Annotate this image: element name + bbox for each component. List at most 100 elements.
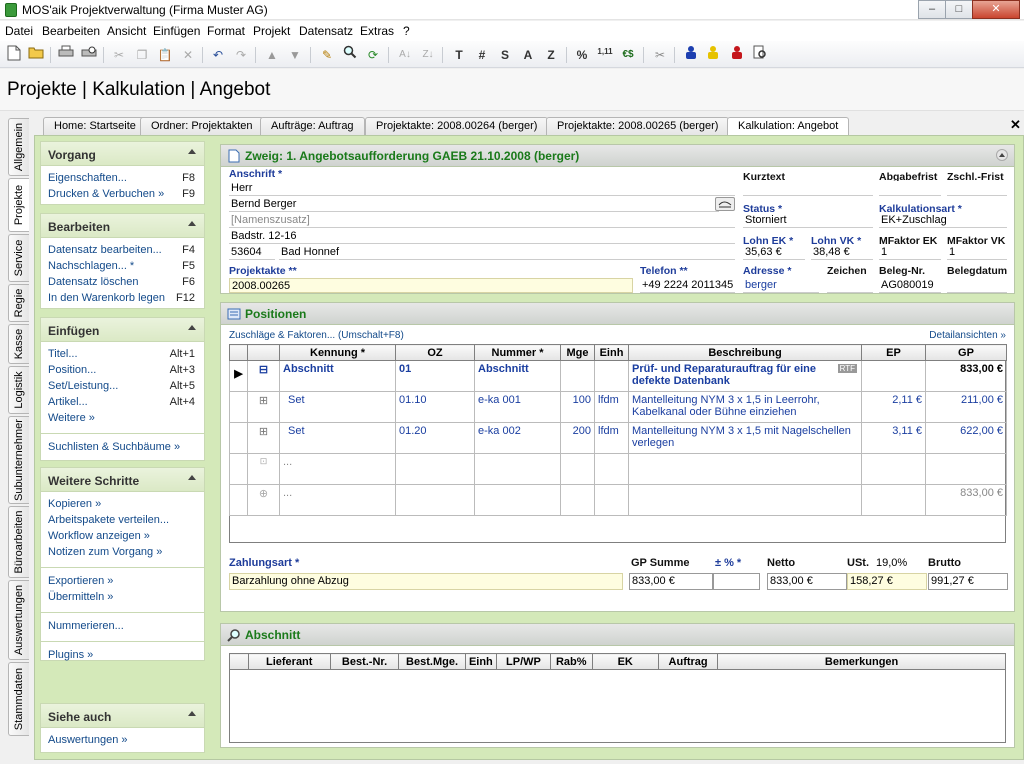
minimize-button[interactable]: – (918, 0, 946, 19)
address-lookup-button[interactable] (715, 197, 735, 211)
col-kennung[interactable]: Kennung * (279, 344, 396, 361)
tab-projektakte-265[interactable]: Projektakte: 2008.00265 (berger) (546, 117, 730, 135)
numbering-button[interactable]: 1,11 (595, 45, 615, 65)
link-position[interactable]: Position... Alt+3 (41, 363, 204, 379)
cell-ep[interactable]: 3,11 € (861, 422, 926, 454)
link-titel[interactable]: Titel... Alt+1 (41, 347, 204, 363)
new-document-icon[interactable] (4, 45, 24, 65)
preview-search-icon[interactable] (750, 45, 770, 65)
name-field[interactable]: Bernd Berger (229, 197, 719, 212)
cell-einh[interactable] (594, 360, 629, 392)
cell-nummer[interactable]: e-ka 001 (474, 391, 561, 423)
col-auftrag[interactable]: Auftrag (657, 653, 719, 670)
refresh-icon[interactable]: ⟳ (363, 45, 383, 65)
lohn-ek-field[interactable]: 35,63 € (743, 245, 805, 260)
tab-home[interactable]: Home: Startseite (43, 117, 147, 135)
cell-nummer[interactable]: e-ka 002 (474, 422, 561, 454)
cell-gp[interactable]: 833,00 € (925, 484, 1007, 516)
sort-descending-icon[interactable]: Z↓ (418, 45, 438, 65)
link-workflow[interactable]: Workflow anzeigen » (41, 529, 204, 545)
adresse-field[interactable]: berger (743, 278, 819, 293)
link-uebermitteln[interactable]: Übermitteln » (41, 590, 204, 606)
cell-nummer[interactable]: Abschnitt (474, 360, 561, 392)
link-nachschlagen[interactable]: Nachschlagen... * F5 (41, 259, 204, 275)
collapse-icon[interactable] (188, 221, 196, 226)
menu-datensatz[interactable]: Datensatz (299, 24, 353, 38)
vtab-kasse[interactable]: Kasse (8, 324, 29, 364)
cell-oz[interactable]: 01.10 (395, 391, 475, 423)
link-weitere[interactable]: Weitere » (41, 411, 204, 427)
cell-ep[interactable] (861, 453, 926, 485)
collapse-icon[interactable] (996, 149, 1008, 161)
zschl-frist-field[interactable] (947, 181, 1007, 196)
tab-projektakte-264[interactable]: Projektakte: 2008.00264 (berger) (365, 117, 549, 135)
cell-oz[interactable] (395, 453, 475, 485)
link-exportieren[interactable]: Exportieren » (41, 574, 204, 590)
strasse-field[interactable]: Badstr. 12-16 (229, 229, 735, 244)
cell-nummer[interactable] (474, 453, 561, 485)
a-button[interactable]: A (518, 45, 538, 65)
menu-help[interactable]: ? (403, 24, 410, 38)
user-blue-icon[interactable] (681, 45, 701, 65)
zahlungsart-field[interactable]: Barzahlung ohne Abzug (229, 573, 623, 590)
col-nummer[interactable]: Nummer * (474, 344, 561, 361)
table-row[interactable]: ⊞ Set 01.20 e-ka 002 200 lfdm Mantelleit… (229, 422, 1007, 454)
collapse-icon[interactable] (188, 325, 196, 330)
telefon-field[interactable]: +49 2224 2011345 (640, 278, 735, 293)
link-suchlisten[interactable]: Suchlisten & Suchbäume » (41, 440, 204, 456)
status-field[interactable]: Storniert (743, 213, 873, 228)
detailansichten-link[interactable]: Detailansichten » (929, 330, 1006, 341)
anrede-field[interactable]: Herr (229, 181, 735, 196)
new-node-icon[interactable]: ⊡ (247, 453, 280, 485)
table-row[interactable]: ⊕ ... 833,00 € (229, 484, 1007, 516)
table-row[interactable]: ▶ ⊟ Abschnitt 01 Abschnitt Prüf- und Rep… (229, 360, 1007, 392)
redo-icon[interactable]: ↷ (231, 45, 251, 65)
plus-minus-percent-field[interactable] (713, 573, 760, 590)
link-auswertungen[interactable]: Auswertungen » (41, 733, 204, 749)
link-datensatz-loeschen[interactable]: Datensatz löschen F6 (41, 275, 204, 291)
namenszusatz-field[interactable]: [Namenszusatz] (229, 213, 735, 228)
cell-mge[interactable]: 100 (560, 391, 595, 423)
collapse-node-icon[interactable]: ⊟ (247, 360, 280, 392)
zeichen-field[interactable] (827, 278, 873, 293)
z-button[interactable]: Z (541, 45, 561, 65)
cell-oz[interactable]: 01 (395, 360, 475, 392)
menu-datei[interactable]: Datei (5, 24, 33, 38)
cell-oz[interactable]: 01.20 (395, 422, 475, 454)
print-preview-icon[interactable] (79, 45, 99, 65)
cell-gp[interactable]: 211,00 € (925, 391, 1007, 423)
link-kopieren[interactable]: Kopieren » (41, 497, 204, 513)
menu-bearbeiten[interactable]: Bearbeiten (42, 24, 100, 38)
cell-gp[interactable]: 833,00 € (925, 360, 1007, 392)
close-window-button[interactable]: ✕ (972, 0, 1020, 19)
cell-kennung[interactable]: Abschnitt (279, 360, 396, 392)
link-eigenschaften[interactable]: Eigenschaften... F8 (41, 171, 204, 187)
cell-mge[interactable] (560, 453, 595, 485)
tab-kalkulation[interactable]: Kalkulation: Angebot (727, 117, 850, 135)
menu-extras[interactable]: Extras (360, 24, 394, 38)
col-gp[interactable]: GP (925, 344, 1007, 361)
col-beschreibung[interactable]: Beschreibung (628, 344, 862, 361)
col-lieferant[interactable]: Lieferant (247, 653, 331, 670)
link-set-leistung[interactable]: Set/Leistung... Alt+5 (41, 379, 204, 395)
group-einfuegen-header[interactable]: Einfügen (41, 318, 204, 342)
link-plugins[interactable]: Plugins » (41, 648, 204, 664)
col-ep[interactable]: EP (861, 344, 926, 361)
cell-gp[interactable]: 622,00 € (925, 422, 1007, 454)
s-button[interactable]: S (495, 45, 515, 65)
expand-node-icon[interactable]: ⊞ (247, 391, 280, 423)
group-bearbeiten-header[interactable]: Bearbeiten (41, 214, 204, 238)
cell-kennung[interactable]: ... (279, 484, 396, 516)
link-artikel[interactable]: Artikel... Alt+4 (41, 395, 204, 411)
cell-kennung[interactable]: ... (279, 453, 396, 485)
group-vorgang-header[interactable]: Vorgang (41, 142, 204, 166)
zuschlaege-link[interactable]: Zuschläge & Faktoren... (Umschalt+F8) (229, 330, 404, 341)
cut-icon[interactable]: ✂ (109, 45, 129, 65)
plz-field[interactable]: 53604 (229, 245, 275, 260)
cell-beschreibung[interactable] (628, 484, 862, 516)
sort-ascending-icon[interactable]: A↓ (395, 45, 415, 65)
cell-nummer[interactable] (474, 484, 561, 516)
search-icon[interactable] (340, 45, 360, 65)
cell-einh[interactable] (594, 453, 629, 485)
tools-icon[interactable]: ✂ (650, 45, 670, 65)
